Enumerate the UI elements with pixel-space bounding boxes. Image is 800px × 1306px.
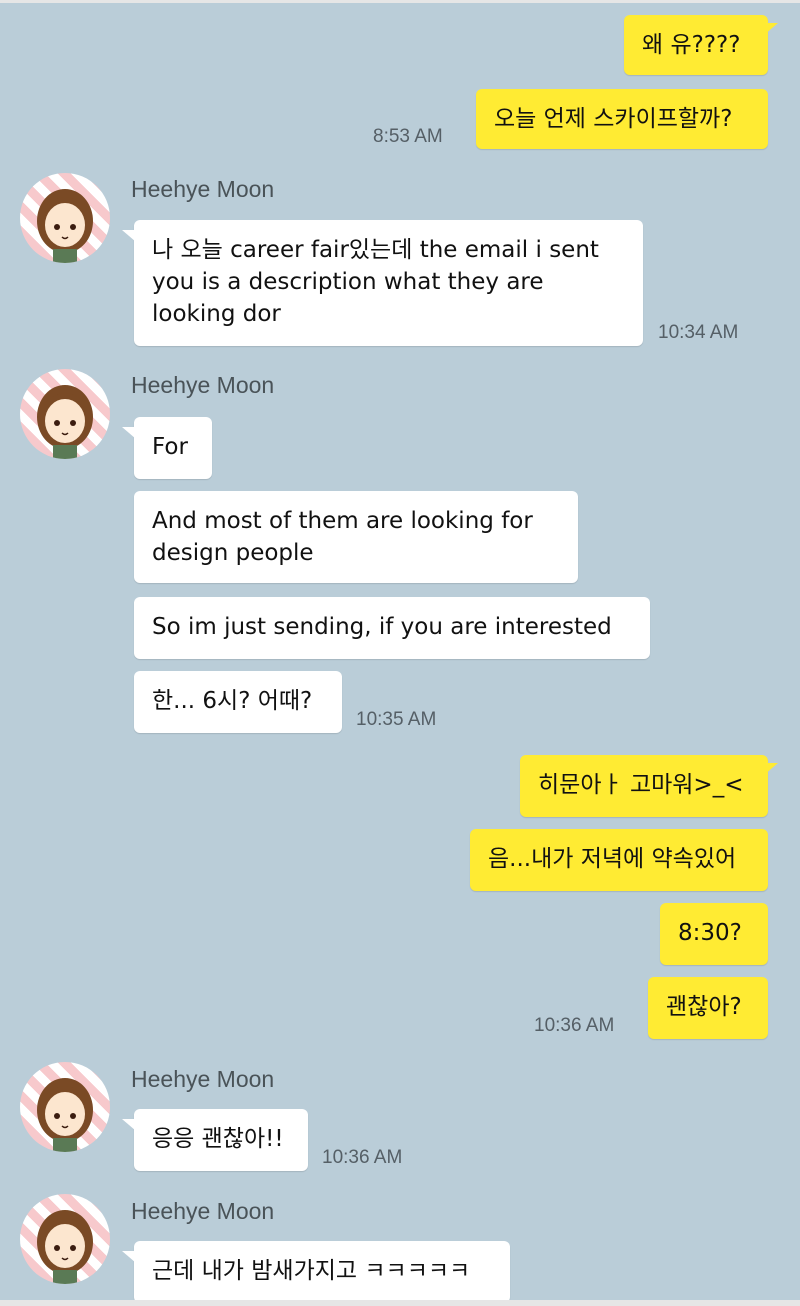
message-timestamp: 10:36 AM (322, 1147, 403, 1168)
my-message[interactable]: 8:30? (660, 903, 768, 965)
my-message[interactable]: 괜찮아? (648, 977, 768, 1039)
message-timestamp: 8:53 AM (373, 126, 443, 147)
bottom-border (0, 1300, 800, 1306)
my-message[interactable]: 히문아ㅏ 고마워>_< (520, 755, 778, 817)
their-message[interactable]: So im just sending, if you are intereste… (134, 597, 650, 659)
avatar[interactable] (20, 369, 110, 459)
sender-name: Heehye Moon (131, 1066, 275, 1092)
avatar[interactable] (20, 1062, 110, 1152)
message-timestamp: 10:36 AM (534, 1015, 615, 1036)
avatar-face-icon (37, 1210, 93, 1284)
my-message[interactable]: 음...내가 저녁에 약속있어 (470, 829, 768, 891)
sender-name: Heehye Moon (131, 176, 275, 202)
message-timestamp: 10:35 AM (356, 709, 437, 730)
avatar-face-icon (37, 1078, 93, 1152)
their-message[interactable]: 근데 내가 밤새가지고 ㅋㅋㅋㅋㅋ (122, 1241, 510, 1303)
avatar[interactable] (20, 173, 110, 263)
sender-name: Heehye Moon (131, 1198, 275, 1224)
top-border (0, 0, 800, 3)
their-message[interactable]: And most of them are looking for design … (134, 491, 578, 583)
avatar-face-icon (37, 189, 93, 263)
avatar[interactable] (20, 1194, 110, 1284)
my-message[interactable]: 오늘 언제 스카이프할까? (476, 89, 768, 149)
message-timestamp: 10:34 AM (658, 322, 739, 343)
avatar-face-icon (37, 385, 93, 459)
their-message[interactable]: 나 오늘 career fair있는데 the email i sent you… (122, 220, 643, 346)
sender-name: Heehye Moon (131, 372, 275, 398)
my-message[interactable]: 왜 유???? (624, 15, 778, 75)
their-message[interactable]: 한... 6시? 어때? (134, 671, 342, 733)
their-message[interactable]: For (122, 417, 212, 479)
their-message[interactable]: 응응 괜찮아!! (122, 1109, 308, 1171)
